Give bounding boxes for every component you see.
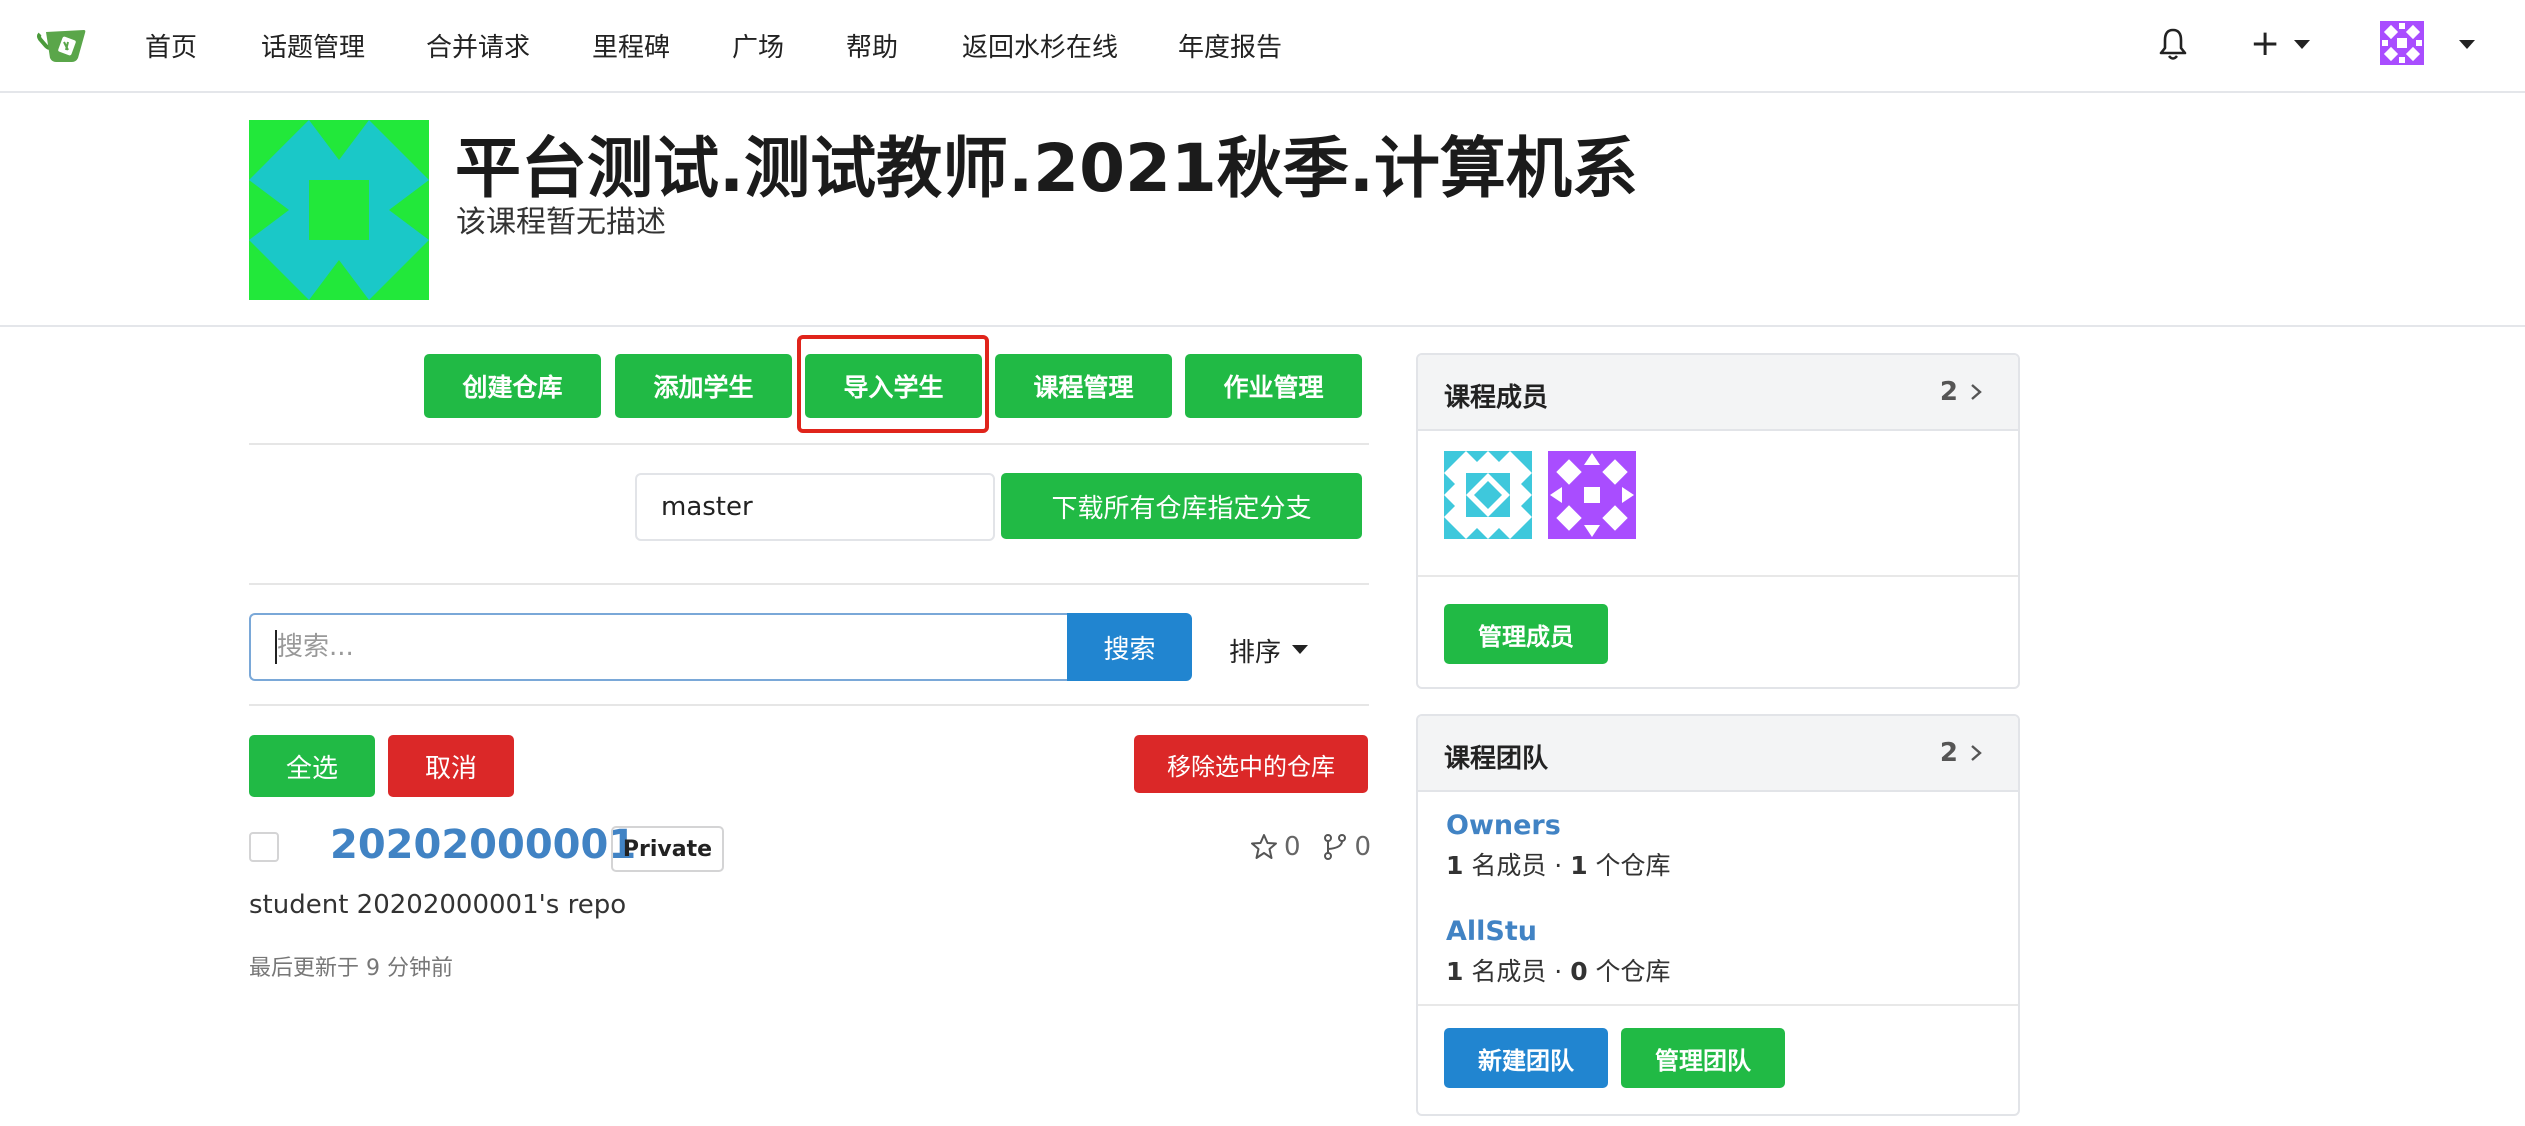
manage-members-button[interactable]: 管理成员 [1444, 604, 1608, 664]
star-icon[interactable] [1250, 833, 1278, 861]
highlight-annotation [797, 335, 989, 433]
cancel-selection-button[interactable]: 取消 [388, 735, 514, 797]
divider [1418, 1004, 2018, 1006]
divider [1418, 575, 2018, 577]
divider [249, 704, 1369, 706]
team-repo-count: 1 [1570, 851, 1588, 880]
course-avatar [249, 120, 429, 300]
team-member-count: 1 [1446, 851, 1464, 880]
star-count: 0 [1284, 832, 1301, 862]
remove-selected-repos-button[interactable]: 移除选中的仓库 [1134, 735, 1368, 793]
nav-annual-report[interactable]: 年度报告 [1178, 27, 1282, 64]
chevron-right-icon[interactable] [1970, 744, 1982, 762]
fork-icon[interactable] [1321, 833, 1349, 861]
add-student-button[interactable]: 添加学生 [615, 354, 792, 418]
team-member-count: 1 [1446, 957, 1464, 986]
team-repos-suffix: 个仓库 [1587, 957, 1671, 986]
team-link-allstu[interactable]: AllStu [1446, 916, 1537, 947]
chevron-down-icon[interactable] [2459, 40, 2475, 49]
repo-name-link[interactable]: 20202000001 [330, 822, 636, 868]
bell-icon[interactable] [2155, 26, 2191, 62]
members-card: 课程成员 2 管理成员 [1416, 353, 2020, 689]
nav-explore[interactable]: 广场 [732, 27, 784, 64]
teams-card-title: 课程团队 [1444, 744, 1549, 774]
divider [249, 443, 1369, 445]
team-repos-suffix: 个仓库 [1587, 851, 1671, 880]
nav-help[interactable]: 帮助 [846, 27, 898, 64]
search-placeholder: 搜索... [277, 632, 354, 662]
top-navbar: 首页 话题管理 合并请求 里程碑 广场 帮助 返回水杉在线 年度报告 + [0, 0, 2525, 93]
members-card-header[interactable]: 课程成员 2 [1418, 355, 2018, 431]
repo-description: student 20202000001's repo [249, 890, 627, 920]
course-header: 平台测试.测试教师.2021秋季.计算机系 该课程暂无描述 [0, 93, 2525, 327]
team-repo-count: 0 [1570, 957, 1588, 986]
manage-team-button[interactable]: 管理团队 [1621, 1028, 1785, 1088]
repo-checkbox[interactable] [249, 832, 279, 862]
private-badge: Private [611, 826, 724, 872]
team-meta-allstu: 1 名成员 · 0 个仓库 [1446, 952, 1671, 988]
team-meta-owners: 1 名成员 · 1 个仓库 [1446, 846, 1671, 882]
download-branch-button[interactable]: 下载所有仓库指定分支 [1001, 473, 1362, 539]
user-avatar[interactable] [2380, 21, 2424, 65]
course-description: 该课程暂无描述 [456, 205, 666, 240]
members-card-title: 课程成员 [1444, 383, 1549, 413]
teams-card-header[interactable]: 课程团队 2 [1418, 716, 2018, 792]
teams-count: 2 [1939, 738, 1958, 768]
sort-dropdown[interactable]: 排序 [1229, 632, 1281, 669]
divider [249, 583, 1369, 585]
nav-home[interactable]: 首页 [145, 27, 197, 64]
member-avatar[interactable] [1548, 451, 1636, 539]
repo-stats: 0 0 [1250, 832, 1371, 862]
team-members-suffix: 名成员 · [1463, 851, 1571, 880]
chevron-right-icon[interactable] [1970, 383, 1982, 401]
team-link-owners[interactable]: Owners [1446, 810, 1561, 841]
nav-back-to-site[interactable]: 返回水杉在线 [962, 27, 1118, 64]
branch-input[interactable]: master [635, 473, 995, 541]
new-team-button[interactable]: 新建团队 [1444, 1028, 1608, 1088]
nav-issues[interactable]: 话题管理 [261, 27, 365, 64]
fork-count: 0 [1354, 832, 1372, 862]
team-members-suffix: 名成员 · [1463, 957, 1571, 986]
course-manage-button[interactable]: 课程管理 [995, 354, 1172, 418]
nav-milestones[interactable]: 里程碑 [592, 27, 670, 64]
teams-card: 课程团队 2 Owners 1 名成员 · 1 个仓库 AllStu 1 名成员… [1416, 714, 2020, 1116]
nav-pull-requests[interactable]: 合并请求 [426, 27, 530, 64]
members-count: 2 [1939, 377, 1958, 407]
select-all-button[interactable]: 全选 [249, 735, 375, 797]
chevron-down-icon[interactable] [1292, 645, 1308, 654]
text-cursor [275, 630, 277, 664]
create-new-icon[interactable]: + [2250, 26, 2280, 62]
search-button[interactable]: 搜索 [1067, 613, 1192, 681]
gitea-logo-icon[interactable] [36, 24, 90, 66]
member-avatar[interactable] [1444, 451, 1532, 539]
homework-manage-button[interactable]: 作业管理 [1185, 354, 1362, 418]
repo-updated-time: 最后更新于 9 分钟前 [249, 956, 453, 981]
search-input[interactable]: 搜索... [249, 613, 1067, 681]
create-repo-button[interactable]: 创建仓库 [424, 354, 601, 418]
chevron-down-icon[interactable] [2294, 40, 2310, 49]
